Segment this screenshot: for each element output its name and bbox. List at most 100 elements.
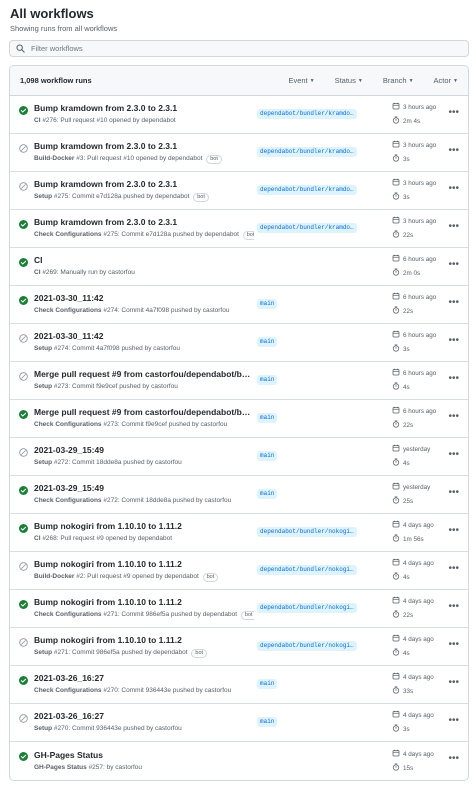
- kebab-horizontal-icon[interactable]: •••: [448, 602, 459, 612]
- kebab-horizontal-icon[interactable]: •••: [448, 450, 459, 460]
- workflow-name[interactable]: Setup: [34, 649, 52, 656]
- kebab-horizontal-icon[interactable]: •••: [448, 374, 459, 384]
- workflow-name[interactable]: Check Configurations: [34, 611, 102, 618]
- run-title-link[interactable]: 2021-03-30_11:42: [34, 293, 254, 304]
- workflow-run-row[interactable]: Bump nokogiri from 1.10.10 to 1.11.2 Chec…: [10, 590, 468, 628]
- branch-label[interactable]: dependabot/bundler/nokogi…: [257, 640, 357, 651]
- run-title-link[interactable]: Bump kramdown from 2.3.0 to 2.3.1: [34, 217, 254, 228]
- workflow-run-row[interactable]: 2021-03-26_16:27 Setup #270: Commit 93644…: [10, 704, 468, 742]
- workflow-name[interactable]: Setup: [34, 193, 52, 200]
- run-title-link[interactable]: Bump nokogiri from 1.10.10 to 1.11.2: [34, 597, 254, 608]
- branch-label[interactable]: main: [257, 412, 278, 423]
- workflow-name[interactable]: Setup: [34, 345, 52, 352]
- run-meta: Check Configurations #273: Commit f9e9ce…: [34, 420, 254, 430]
- run-title-link[interactable]: Bump kramdown from 2.3.0 to 2.3.1: [34, 141, 254, 152]
- branch-label[interactable]: main: [257, 336, 278, 347]
- workflow-name[interactable]: Check Configurations: [34, 307, 102, 314]
- run-title-link[interactable]: 2021-03-30_11:42: [34, 331, 254, 342]
- kebab-horizontal-icon[interactable]: •••: [448, 146, 459, 156]
- branch-label[interactable]: dependabot/bundler/kramdo…: [257, 222, 357, 233]
- event-filter-dropdown[interactable]: Event ▼: [288, 76, 314, 85]
- filter-workflows-input[interactable]: [31, 44, 468, 53]
- workflow-name[interactable]: Check Configurations: [34, 231, 102, 238]
- workflow-name[interactable]: Check Configurations: [34, 421, 102, 428]
- run-title-link[interactable]: GH-Pages Status: [34, 750, 254, 761]
- run-title-link[interactable]: Bump nokogiri from 1.10.10 to 1.11.2: [34, 635, 254, 646]
- run-title-link[interactable]: 2021-03-29_15:49: [34, 445, 254, 456]
- kebab-horizontal-icon[interactable]: •••: [448, 526, 459, 536]
- actor-filter-dropdown[interactable]: Actor ▼: [434, 76, 458, 85]
- kebab-horizontal-icon[interactable]: •••: [448, 488, 459, 498]
- branch-label[interactable]: main: [257, 488, 278, 499]
- workflow-run-row[interactable]: 2021-03-29_15:49 Check Configurations #27…: [10, 476, 468, 514]
- branch-label[interactable]: main: [257, 374, 278, 385]
- branch-cell: dependabot/bundler/kramdo…: [254, 182, 392, 200]
- workflow-name[interactable]: CI: [34, 117, 41, 124]
- kebab-horizontal-icon[interactable]: •••: [448, 412, 459, 422]
- workflow-name[interactable]: Build-Docker: [34, 573, 74, 580]
- workflow-run-row[interactable]: CI CI #269: Manually run by castorfou 6 ho…: [10, 248, 468, 286]
- workflow-name[interactable]: CI: [34, 269, 41, 276]
- branch-filter-dropdown[interactable]: Branch ▼: [383, 76, 414, 85]
- kebab-horizontal-icon[interactable]: •••: [448, 754, 459, 764]
- run-title-link[interactable]: CI: [34, 255, 254, 266]
- kebab-horizontal-icon[interactable]: •••: [448, 678, 459, 688]
- workflow-run-row[interactable]: 2021-03-30_11:42 Setup #274: Commit 4a7f0…: [10, 324, 468, 362]
- run-title-link[interactable]: Bump nokogiri from 1.10.10 to 1.11.2: [34, 521, 254, 532]
- stopwatch-icon: [392, 192, 403, 203]
- workflow-run-row[interactable]: 2021-03-26_16:27 Check Configurations #27…: [10, 666, 468, 704]
- workflow-name[interactable]: GH-Pages Status: [34, 764, 87, 771]
- workflow-run-row[interactable]: Bump kramdown from 2.3.0 to 2.3.1 Setup #…: [10, 172, 468, 210]
- workflow-name[interactable]: Setup: [34, 383, 52, 390]
- status-filter-dropdown[interactable]: Status ▼: [335, 76, 363, 85]
- workflow-run-row[interactable]: 2021-03-30_11:42 Check Configurations #27…: [10, 286, 468, 324]
- branch-label[interactable]: dependabot/bundler/kramdo…: [257, 108, 357, 119]
- workflow-run-row[interactable]: Bump kramdown from 2.3.0 to 2.3.1 Check C…: [10, 210, 468, 248]
- branch-label[interactable]: dependabot/bundler/nokogi…: [257, 602, 357, 613]
- branch-label[interactable]: dependabot/bundler/nokogi…: [257, 526, 357, 537]
- workflow-run-row[interactable]: Bump kramdown from 2.3.0 to 2.3.1 CI #276…: [10, 96, 468, 134]
- kebab-horizontal-icon[interactable]: •••: [448, 184, 459, 194]
- branch-label[interactable]: main: [257, 450, 278, 461]
- branch-label[interactable]: main: [257, 298, 278, 309]
- run-description: #257: by castorfou: [88, 763, 143, 771]
- run-title-link[interactable]: 2021-03-29_15:49: [34, 483, 254, 494]
- run-title-link[interactable]: Merge pull request #9 from castorfou/dep…: [34, 407, 254, 418]
- kebab-horizontal-icon[interactable]: •••: [448, 108, 459, 118]
- run-title-link[interactable]: Merge pull request #9 from castorfou/dep…: [34, 369, 254, 380]
- workflow-name[interactable]: Build-Docker: [34, 155, 74, 162]
- workflow-name[interactable]: Setup: [34, 459, 52, 466]
- workflow-run-row[interactable]: GH-Pages Status GH-Pages Status #257: by …: [10, 742, 468, 780]
- workflow-name[interactable]: CI: [34, 535, 41, 542]
- skip-icon: [18, 182, 28, 191]
- workflow-name[interactable]: Check Configurations: [34, 687, 102, 694]
- kebab-horizontal-icon[interactable]: •••: [448, 564, 459, 574]
- kebab-horizontal-icon[interactable]: •••: [448, 336, 459, 346]
- run-title-link[interactable]: Bump nokogiri from 1.10.10 to 1.11.2: [34, 559, 254, 570]
- filter-box[interactable]: [9, 40, 469, 57]
- workflow-run-row[interactable]: Bump kramdown from 2.3.0 to 2.3.1 Build-D…: [10, 134, 468, 172]
- branch-label[interactable]: dependabot/bundler/kramdo…: [257, 146, 357, 157]
- workflow-name[interactable]: Setup: [34, 725, 52, 732]
- workflow-run-row[interactable]: Merge pull request #9 from castorfou/dep…: [10, 362, 468, 400]
- run-time: 6 hours ago: [392, 330, 452, 341]
- branch-label[interactable]: main: [257, 716, 278, 727]
- workflow-run-row[interactable]: Merge pull request #9 from castorfou/dep…: [10, 400, 468, 438]
- workflow-run-row[interactable]: Bump nokogiri from 1.10.10 to 1.11.2 Setu…: [10, 628, 468, 666]
- kebab-horizontal-icon[interactable]: •••: [448, 260, 459, 270]
- run-title-link[interactable]: Bump kramdown from 2.3.0 to 2.3.1: [34, 103, 254, 114]
- workflow-run-row[interactable]: Bump nokogiri from 1.10.10 to 1.11.2 Buil…: [10, 552, 468, 590]
- workflow-run-row[interactable]: 2021-03-29_15:49 Setup #272: Commit 18dde…: [10, 438, 468, 476]
- kebab-horizontal-icon[interactable]: •••: [448, 222, 459, 232]
- branch-label[interactable]: main: [257, 678, 278, 689]
- branch-label[interactable]: dependabot/bundler/kramdo…: [257, 184, 357, 195]
- kebab-horizontal-icon[interactable]: •••: [448, 716, 459, 726]
- kebab-horizontal-icon[interactable]: •••: [448, 640, 459, 650]
- workflow-run-row[interactable]: Bump nokogiri from 1.10.10 to 1.11.2 CI #…: [10, 514, 468, 552]
- run-title-link[interactable]: 2021-03-26_16:27: [34, 711, 254, 722]
- workflow-name[interactable]: Check Configurations: [34, 497, 102, 504]
- kebab-horizontal-icon[interactable]: •••: [448, 298, 459, 308]
- branch-label[interactable]: dependabot/bundler/nokogi…: [257, 564, 357, 575]
- run-title-link[interactable]: Bump kramdown from 2.3.0 to 2.3.1: [34, 179, 254, 190]
- run-title-link[interactable]: 2021-03-26_16:27: [34, 673, 254, 684]
